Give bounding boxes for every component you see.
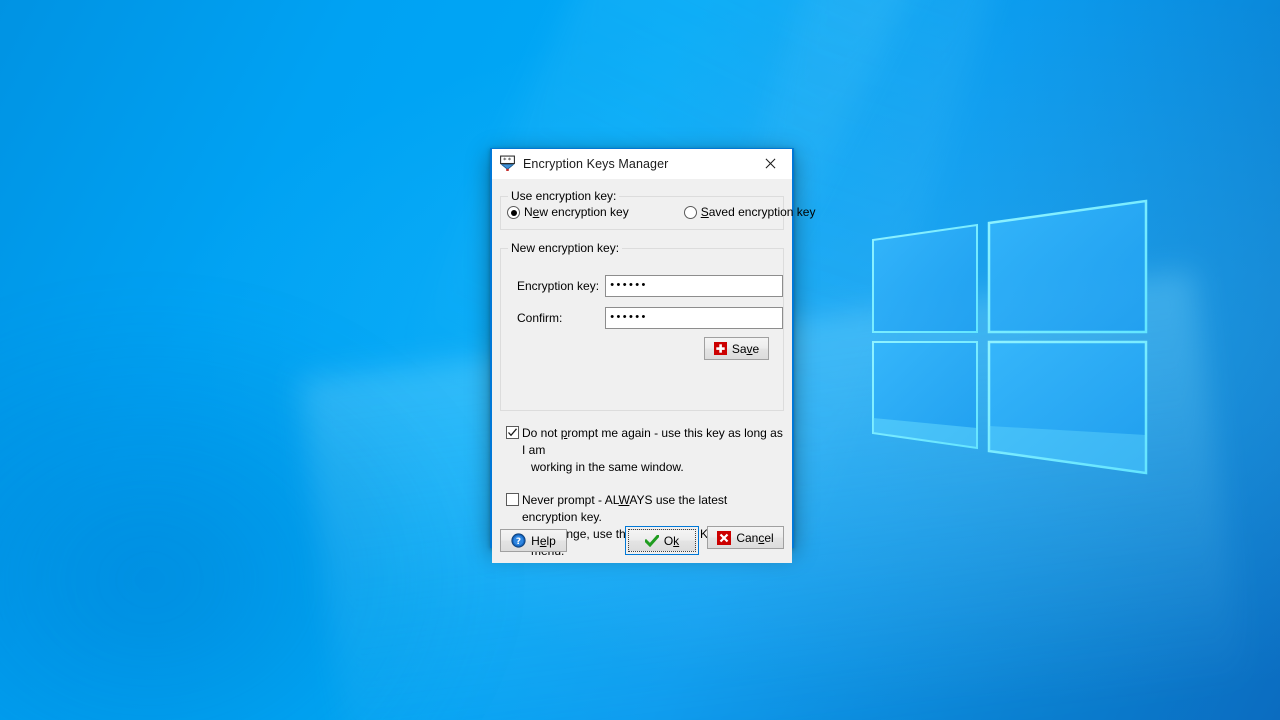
windows-logo bbox=[855, 190, 1165, 500]
save-button-row: Save bbox=[501, 337, 783, 360]
do-not-prompt-checkbox[interactable]: Do not prompt me again - use this key as… bbox=[506, 425, 784, 476]
cancel-button[interactable]: Cancel bbox=[707, 526, 784, 549]
radio-saved-encryption-key[interactable]: Saved encryption key bbox=[683, 205, 816, 220]
dialog-button-bar: ? Help Ok Cancel bbox=[492, 526, 792, 555]
checkbox-indicator-never-prompt bbox=[506, 493, 519, 506]
radio-label-new: New encryption key bbox=[524, 205, 629, 219]
save-button-label: Save bbox=[731, 341, 760, 356]
save-icon bbox=[713, 342, 727, 355]
cancel-icon bbox=[717, 530, 732, 545]
radio-new-encryption-key[interactable]: New encryption key bbox=[507, 205, 629, 220]
encryption-key-row: Encryption key: •••••• bbox=[517, 249, 783, 297]
svg-text:*: * bbox=[508, 156, 511, 164]
encryption-key-icon: * * bbox=[499, 155, 516, 172]
ok-button-label: Ok bbox=[663, 533, 680, 548]
encryption-key-input[interactable]: •••••• bbox=[605, 275, 783, 297]
help-icon: ? bbox=[511, 533, 526, 548]
close-icon[interactable] bbox=[748, 149, 792, 178]
do-not-prompt-label-line2: working in the same window. bbox=[531, 460, 684, 474]
encryption-key-label: Encryption key: bbox=[517, 279, 600, 293]
encryption-key-value: •••••• bbox=[610, 279, 648, 291]
radio-indicator-saved bbox=[683, 206, 697, 219]
new-encryption-key-group: New encryption key: Encryption key: ••••… bbox=[500, 241, 784, 411]
ok-button[interactable]: Ok bbox=[628, 529, 696, 552]
primary-buttons: Ok Cancel bbox=[625, 526, 784, 555]
cancel-button-label: Cancel bbox=[736, 530, 774, 545]
ok-button-focus-frame: Ok bbox=[625, 526, 699, 555]
help-button[interactable]: ? Help bbox=[500, 529, 567, 552]
use-encryption-key-group: Use encryption key: New encryption key S… bbox=[500, 189, 815, 230]
dialog-titlebar[interactable]: * * Encryption Keys Manager bbox=[492, 149, 792, 179]
radio-indicator-new bbox=[507, 206, 520, 219]
desktop-background: * * Encryption Keys Manager Use encrypti… bbox=[0, 0, 1280, 720]
confirm-input[interactable]: •••••• bbox=[605, 307, 783, 329]
confirm-value: •••••• bbox=[610, 311, 648, 323]
use-encryption-key-caption: Use encryption key: bbox=[508, 189, 620, 203]
encryption-keys-manager-dialog: * * Encryption Keys Manager Use encrypti… bbox=[490, 148, 815, 563]
background-shadow bbox=[0, 300, 500, 720]
svg-text:*: * bbox=[503, 156, 506, 164]
confirm-label: Confirm: bbox=[517, 311, 563, 325]
new-encryption-key-caption: New encryption key: bbox=[508, 241, 623, 255]
svg-text:?: ? bbox=[516, 537, 521, 547]
help-button-label: Help bbox=[531, 533, 556, 548]
save-button[interactable]: Save bbox=[704, 337, 769, 360]
checkbox-indicator-do-not-prompt bbox=[506, 426, 519, 439]
do-not-prompt-label: Do not prompt me again - use this key as… bbox=[522, 426, 783, 474]
dialog-title: Encryption Keys Manager bbox=[523, 156, 669, 171]
checkmark-icon bbox=[643, 533, 660, 547]
radio-label-saved: Saved encryption key bbox=[700, 205, 816, 219]
dialog-client-area: Use encryption key: New encryption key S… bbox=[492, 189, 815, 563]
confirm-row: Confirm: •••••• bbox=[517, 297, 783, 329]
